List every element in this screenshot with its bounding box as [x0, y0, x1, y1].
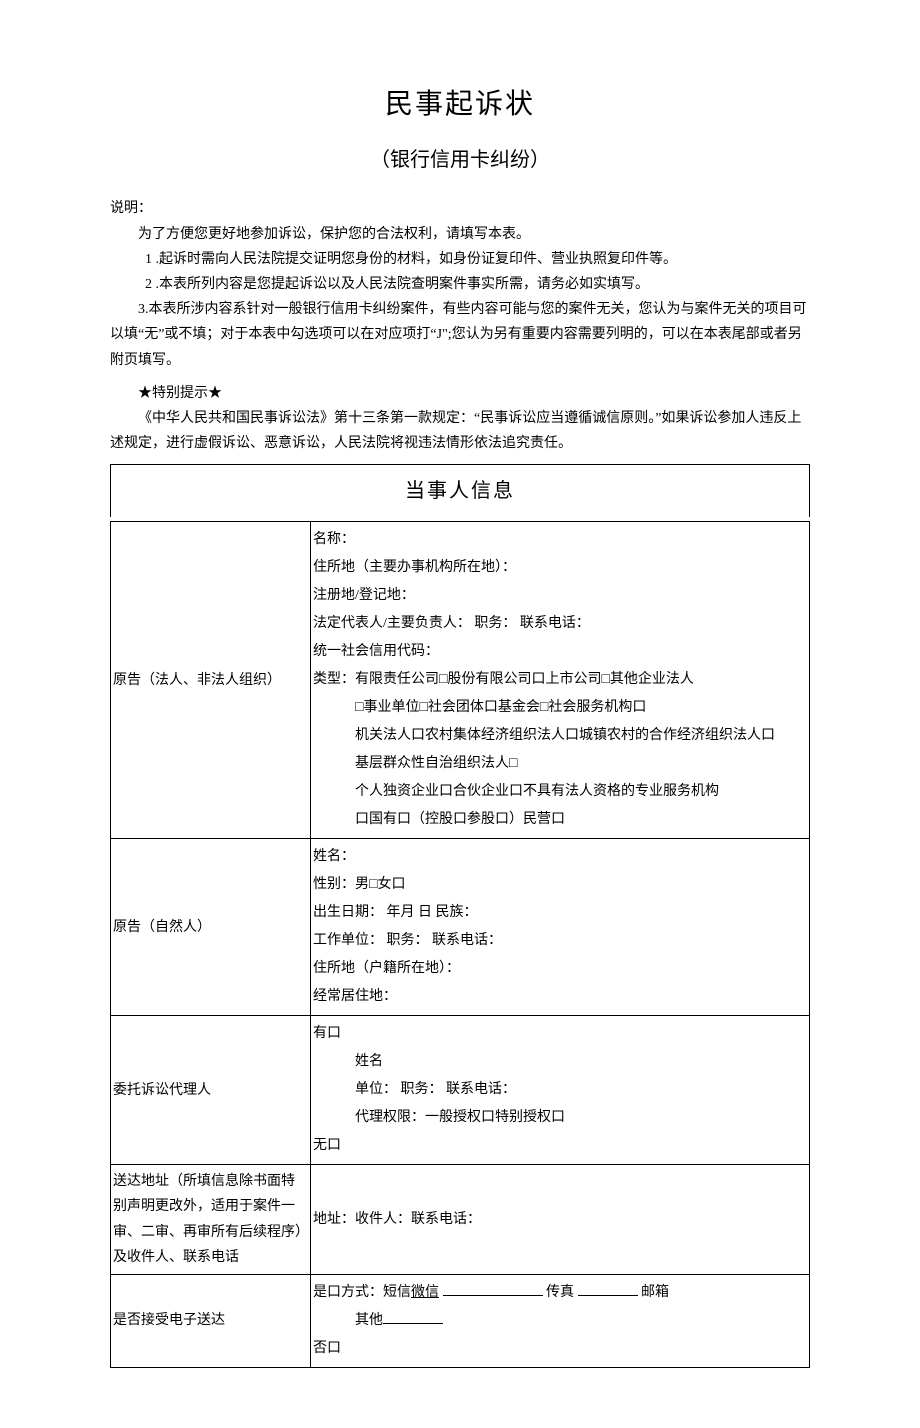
table-row: 是否接受电子送达 是口方式：短信微信 传真 邮箱 其他 否口: [111, 1275, 810, 1368]
service-address-label: 送达地址（所填信息除书面特别声明更改外，适用于案件一审、二审、再审所有后续程序）…: [111, 1165, 311, 1275]
table-row: 原告（法人、非法人组织） 名称： 住所地（主要办事机构所在地）： 注册地/登记地…: [111, 522, 810, 839]
eservice-label: 是否接受电子送达: [111, 1275, 311, 1368]
eservice-sms: 是口方式：短信: [313, 1285, 411, 1300]
notice-text: 《中华人民共和国民事诉讼法》第十三条第一款规定：“民事诉讼应当遵循诚信原则。”如…: [110, 406, 810, 456]
org-credit-code: 统一社会信用代码：: [313, 638, 807, 666]
eservice-yes: 是口方式：短信微信 传真 邮箱: [313, 1279, 807, 1307]
eservice-wechat: 微信: [411, 1285, 439, 1300]
org-registered: 注册地/登记地：: [313, 582, 807, 610]
org-type-3: 机关法人口农村集体经济组织法人口城镇农村的合作经济组织法人口: [313, 722, 807, 750]
eservice-other: 其他: [313, 1307, 807, 1335]
eservice-fax: 传真: [546, 1285, 574, 1300]
intro-label: 说明：: [110, 196, 810, 221]
agent-no: 无口: [313, 1132, 807, 1160]
agent-content: 有口 姓名 单位： 职务： 联系电话： 代理权限：一般授权口特别授权口 无口: [311, 1016, 810, 1165]
document-subtitle: （银行信用卡纠纷）: [110, 142, 810, 178]
plaintiff-org-content: 名称： 住所地（主要办事机构所在地）： 注册地/登记地： 法定代表人/主要负责人…: [311, 522, 810, 839]
section-header-parties: 当事人信息: [110, 464, 810, 517]
org-type-6: 口国有口（控股口参股口）民营口: [313, 806, 807, 834]
notice-label: ★特别提示★: [110, 381, 810, 406]
person-work: 工作单位： 职务： 联系电话：: [313, 927, 807, 955]
table-row: 委托诉讼代理人 有口 姓名 单位： 职务： 联系电话： 代理权限：一般授权口特别…: [111, 1016, 810, 1165]
service-address-line: 地址：收件人：联系电话：: [313, 1206, 807, 1234]
eservice-content: 是口方式：短信微信 传真 邮箱 其他 否口: [311, 1275, 810, 1368]
eservice-email: 邮箱: [641, 1285, 669, 1300]
intro-line-2: 1 .起诉时需向人民法院提交证明您身份的材料，如身份证复印件、营业执照复印件等。: [110, 247, 810, 272]
instructions-block: 说明： 为了方便您更好地参加诉讼，保护您的合法权利，请填写本表。 1 .起诉时需…: [110, 196, 810, 372]
org-type-4: 基层群众性自治组织法人□: [313, 750, 807, 778]
notice-block: ★特别提示★ 《中华人民共和国民事诉讼法》第十三条第一款规定：“民事诉讼应当遵循…: [110, 381, 810, 457]
agent-label: 委托诉讼代理人: [111, 1016, 311, 1165]
table-row: 原告（自然人） 姓名： 性别：男□女口 出生日期： 年月 日 民族： 工作单位：…: [111, 839, 810, 1016]
org-type-5: 个人独资企业口合伙企业口不具有法人资格的专业服务机构: [313, 778, 807, 806]
person-residence: 经常居住地：: [313, 983, 807, 1011]
org-type-1: 类型：有限责任公司□股份有限公司口上市公司□其他企业法人: [313, 666, 807, 694]
blank-field: [578, 1282, 638, 1296]
plaintiff-person-content: 姓名： 性别：男□女口 出生日期： 年月 日 民族： 工作单位： 职务： 联系电…: [311, 839, 810, 1016]
person-dob: 出生日期： 年月 日 民族：: [313, 899, 807, 927]
agent-yes: 有口: [313, 1020, 807, 1048]
person-gender: 性别：男□女口: [313, 871, 807, 899]
agent-authority: 代理权限：一般授权口特别授权口: [313, 1104, 807, 1132]
org-type-2: □事业单位□社会团体口基金会□社会服务机构口: [313, 694, 807, 722]
intro-line-4: 3.本表所涉内容系针对一般银行信用卡纠纷案件，有些内容可能与您的案件无关，您认为…: [110, 297, 810, 373]
agent-name: 姓名: [313, 1048, 807, 1076]
parties-table: 原告（法人、非法人组织） 名称： 住所地（主要办事机构所在地）： 注册地/登记地…: [110, 521, 810, 1368]
org-name: 名称：: [313, 526, 807, 554]
person-domicile: 住所地（户籍所在地）：: [313, 955, 807, 983]
plaintiff-org-label: 原告（法人、非法人组织）: [111, 522, 311, 839]
org-legal-rep: 法定代表人/主要负责人： 职务： 联系电话：: [313, 610, 807, 638]
blank-field: [443, 1282, 543, 1296]
org-domicile: 住所地（主要办事机构所在地）：: [313, 554, 807, 582]
blank-field: [383, 1310, 443, 1324]
intro-line-3: 2 .本表所列内容是您提起诉讼以及人民法院查明案件事实所需，请务必如实填写。: [110, 272, 810, 297]
agent-unit: 单位： 职务： 联系电话：: [313, 1076, 807, 1104]
service-address-content: 地址：收件人：联系电话：: [311, 1165, 810, 1275]
intro-line-1: 为了方便您更好地参加诉讼，保护您的合法权利，请填写本表。: [110, 222, 810, 247]
eservice-other-label: 其他: [355, 1313, 383, 1328]
table-row: 送达地址（所填信息除书面特别声明更改外，适用于案件一审、二审、再审所有后续程序）…: [111, 1165, 810, 1275]
eservice-no: 否口: [313, 1335, 807, 1363]
document-title: 民事起诉状: [110, 80, 810, 130]
person-name: 姓名：: [313, 843, 807, 871]
plaintiff-person-label: 原告（自然人）: [111, 839, 311, 1016]
